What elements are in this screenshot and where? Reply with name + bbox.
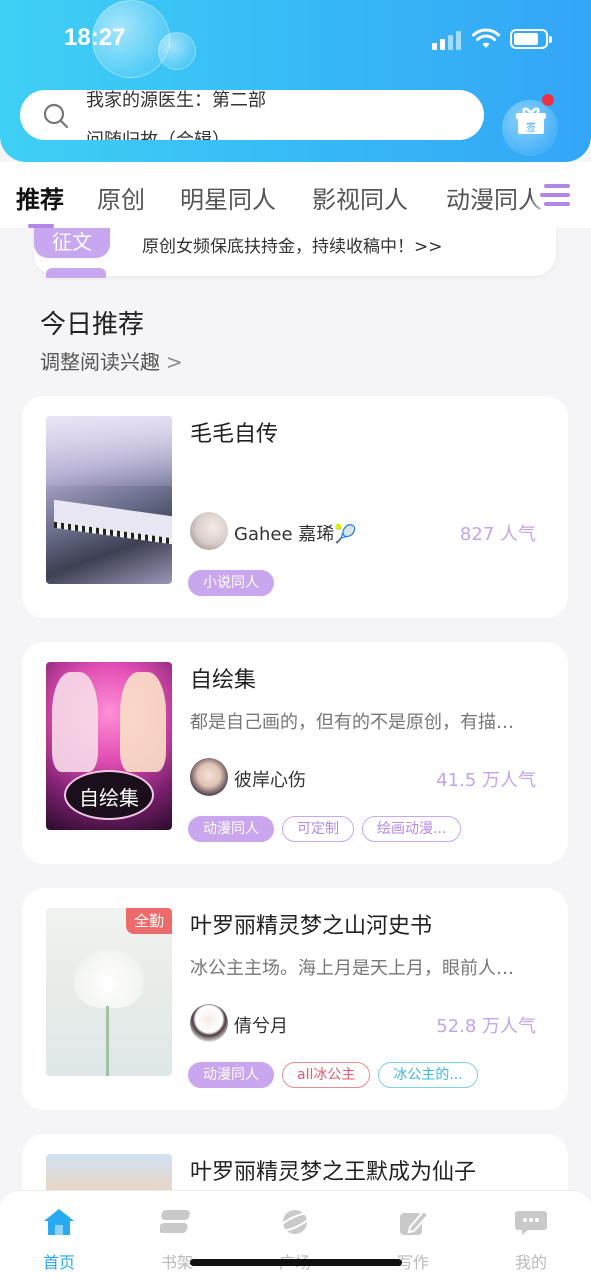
- bookshelf-icon: [159, 1210, 190, 1233]
- gift-label: 签: [526, 121, 536, 134]
- banner-tag: 征文: [34, 228, 110, 258]
- popularity-count: 52.8 万人气: [436, 1016, 536, 1037]
- chevron-right-icon: >: [166, 350, 183, 374]
- tag[interactable]: 小说同人: [188, 570, 274, 596]
- book-title: 毛毛自传: [190, 422, 279, 447]
- book-title: 叶罗丽精灵梦之山河史书: [190, 914, 433, 939]
- tag[interactable]: 动漫同人: [188, 1062, 274, 1088]
- tag-list: 动漫同人 可定制 绘画动漫...: [188, 816, 469, 844]
- planet-icon: [278, 1210, 312, 1234]
- author-avatar[interactable]: [190, 758, 228, 796]
- adjust-interest-label: 调整阅读兴趣: [40, 350, 160, 374]
- author-avatar[interactable]: [190, 1004, 228, 1042]
- gift-icon: 签: [516, 107, 546, 134]
- full-attendance-badge: 全勤: [126, 908, 172, 934]
- home-indicator: [190, 1259, 402, 1266]
- wifi-icon: [472, 28, 500, 48]
- book-card[interactable]: 毛毛自传 Gahee 嘉琋🎾 827 人气 小说同人: [22, 396, 568, 618]
- cover-title: 自绘集: [79, 786, 139, 810]
- search-bar[interactable]: 我家的源医生：第二部 问随归故（合辑）: [20, 90, 484, 140]
- book-cover[interactable]: 全勤: [46, 908, 172, 1076]
- decorative-bubble: [158, 32, 196, 70]
- tag-list: 动漫同人 all冰公主 冰公主的...: [188, 1062, 486, 1090]
- tab-original[interactable]: 原创: [97, 180, 145, 215]
- chat-bubble-icon: [515, 1211, 547, 1235]
- status-time: 18:27: [64, 24, 126, 51]
- tabbar-me[interactable]: 我的: [496, 1207, 566, 1273]
- banner-text: 原创女频保底扶持金，持续收稿中！>>: [142, 237, 443, 257]
- cellular-signal-icon: [432, 30, 464, 50]
- book-description: 冰公主主场。海上月是天上月，眼前人…: [190, 958, 514, 979]
- book-title: 自绘集: [190, 668, 257, 693]
- search-suggestion[interactable]: 问随归故（合辑）: [86, 126, 230, 140]
- tag[interactable]: all冰公主: [282, 1062, 371, 1088]
- tag-list: 小说同人: [188, 570, 282, 598]
- category-tabs: 推荐 原创 明星同人 影视同人 动漫同人: [0, 162, 591, 228]
- popularity-count: 41.5 万人气: [436, 770, 536, 791]
- book-title: 叶罗丽精灵梦之王默成为仙子: [190, 1160, 477, 1185]
- bottom-tab-bar: 首页 书架 广场 写作 我的: [0, 1190, 591, 1280]
- popularity-count: 827 人气: [459, 524, 536, 545]
- search-suggestion[interactable]: 我家的源医生：第二部: [86, 90, 266, 112]
- author-name[interactable]: Gahee 嘉琋🎾: [234, 520, 357, 546]
- tabbar-home[interactable]: 首页: [24, 1207, 94, 1273]
- tab-anime-fanfic[interactable]: 动漫同人: [446, 180, 542, 215]
- notification-dot: [542, 94, 554, 106]
- search-icon: [43, 103, 69, 129]
- author-avatar[interactable]: [190, 512, 228, 550]
- tabs-menu-icon[interactable]: [532, 162, 591, 228]
- section-title: 今日推荐: [40, 310, 145, 340]
- book-description: 都是自己画的，但有的不是原创，有描…: [190, 712, 514, 733]
- tab-film-fanfic[interactable]: 影视同人: [312, 180, 408, 215]
- book-card[interactable]: 全勤 叶罗丽精灵梦之山河史书 冰公主主场。海上月是天上月，眼前人… 倩兮月 52…: [22, 888, 568, 1110]
- tag[interactable]: 冰公主的...: [378, 1062, 478, 1088]
- author-name[interactable]: 彼岸心伤: [234, 766, 306, 792]
- tab-recommend[interactable]: 推荐: [16, 180, 64, 215]
- book-cover[interactable]: [46, 416, 172, 584]
- adjust-interest-link[interactable]: 调整阅读兴趣 >: [40, 346, 183, 375]
- tag[interactable]: 绘画动漫...: [362, 816, 462, 842]
- tab-celebrity-fanfic[interactable]: 明星同人: [180, 180, 276, 215]
- tabbar-label: 首页: [42, 1253, 75, 1272]
- sign-in-gift-button[interactable]: 签: [502, 94, 558, 156]
- author-name[interactable]: 倩兮月: [234, 1012, 288, 1038]
- contest-banner[interactable]: 征文 原创女频保底扶持金，持续收稿中！>>: [34, 228, 556, 278]
- tag[interactable]: 可定制: [282, 816, 354, 842]
- home-icon: [44, 1209, 74, 1235]
- tabbar-label: 我的: [514, 1253, 547, 1272]
- tag[interactable]: 动漫同人: [188, 816, 274, 842]
- book-card[interactable]: 自绘集 自绘集 都是自己画的，但有的不是原创，有描… 彼岸心伤 41.5 万人气…: [22, 642, 568, 864]
- book-cover[interactable]: 自绘集: [46, 662, 172, 830]
- pen-icon: [400, 1209, 430, 1235]
- battery-icon: [510, 29, 552, 49]
- banner-tag-decoration: [46, 268, 106, 278]
